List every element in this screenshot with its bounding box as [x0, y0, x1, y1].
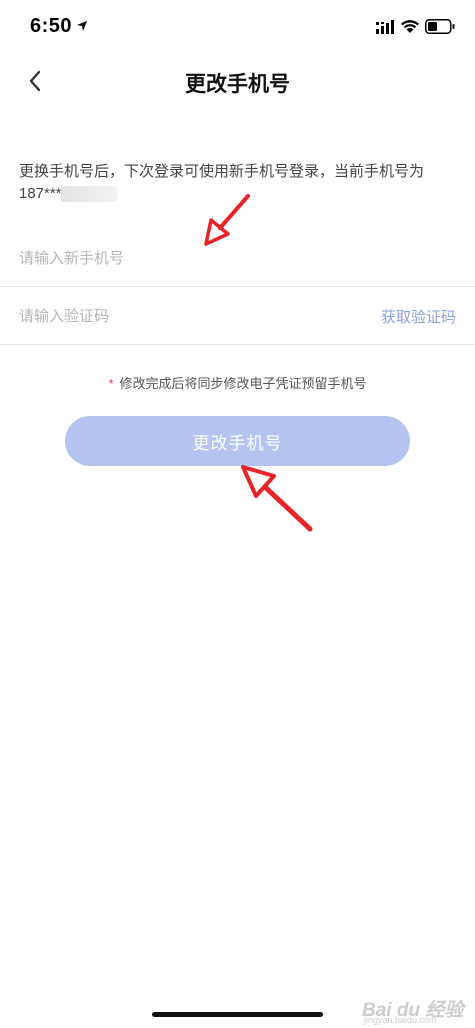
status-time: 6:50 — [30, 15, 73, 37]
sync-note: * 修改完成后将同步修改电子凭证预留手机号 — [0, 373, 475, 392]
masked-phone: 187**** — [19, 185, 68, 202]
arrow-to-submit-button — [241, 465, 313, 532]
verification-code-row: 获取验证码 — [0, 287, 475, 345]
blurred-digits — [61, 186, 118, 203]
cellular-signal-icon — [376, 20, 394, 34]
baidu-jingyan-watermark: Bai du 经验 jingyan.baidu.com — [362, 995, 472, 1025]
location-arrow-icon — [77, 21, 87, 31]
nav-bar: 更改手机号 — [0, 56, 475, 106]
watermark-sub: jingyan.baidu.com — [364, 1015, 437, 1025]
get-code-button[interactable]: 获取验证码 — [381, 306, 456, 327]
change-phone-button[interactable]: 更改手机号 — [65, 416, 410, 466]
page-title: 更改手机号 — [185, 73, 290, 96]
annotation-arrows — [204, 194, 313, 532]
battery-icon — [425, 19, 455, 34]
hint-text: 更换手机号后，下次登录可使用新手机号登录，当前手机号为 — [19, 163, 425, 180]
verification-code-input[interactable] — [19, 287, 349, 345]
new-phone-row — [0, 229, 475, 287]
wifi-icon — [401, 20, 419, 33]
note-text: 修改完成后将同步修改电子凭证预留手机号 — [119, 376, 367, 391]
home-indicator[interactable] — [152, 1012, 323, 1017]
new-phone-input[interactable] — [19, 229, 349, 287]
status-bar: 6:50 — [0, 0, 475, 56]
current-phone-hint: 更换手机号后，下次登录可使用新手机号登录，当前手机号为 187**** — [19, 161, 459, 205]
note-asterisk: * — [108, 376, 114, 391]
